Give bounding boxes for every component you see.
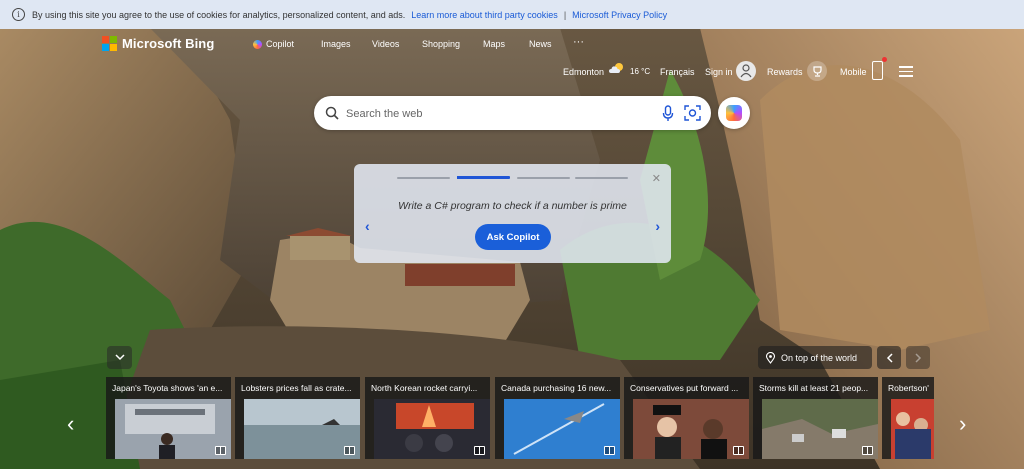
news-title: Lobsters prices fall as crate... — [241, 383, 352, 393]
news-thumbnail — [633, 399, 749, 459]
news-thumbnail — [762, 399, 878, 459]
image-info-button[interactable]: On top of the world — [758, 346, 872, 369]
hamburger-menu-icon[interactable] — [899, 66, 913, 80]
read-icon — [733, 446, 744, 455]
language-link[interactable]: Français — [660, 67, 695, 77]
previous-image-button[interactable] — [877, 346, 901, 369]
ask-copilot-button[interactable]: Ask Copilot — [475, 224, 551, 250]
chevron-right-icon — [914, 352, 921, 363]
visual-search-icon[interactable] — [684, 105, 701, 121]
nav-more[interactable]: ··· — [573, 36, 584, 48]
notification-dot — [882, 57, 887, 62]
phone-icon[interactable] — [872, 57, 887, 80]
news-title: Canada purchasing 16 new... — [501, 383, 612, 393]
prompt-text: Write a C# program to check if a number … — [398, 200, 627, 212]
search-icon — [325, 106, 339, 120]
copilot-icon — [726, 105, 742, 121]
search-input[interactable] — [344, 103, 648, 125]
news-thumbnail — [891, 399, 934, 459]
news-title: Robertson' — [888, 383, 929, 393]
copilot-button[interactable] — [718, 97, 750, 129]
news-card[interactable]: Storms kill at least 21 peop... — [753, 377, 878, 459]
progress-dash-2-active[interactable] — [457, 176, 510, 179]
location-pin-icon — [766, 351, 775, 364]
sign-in-link[interactable]: Sign in — [705, 67, 733, 77]
news-title: Conservatives put forward ... — [630, 383, 739, 393]
read-icon — [474, 446, 485, 455]
progress-dash-3[interactable] — [517, 177, 570, 179]
chevron-left-icon[interactable]: ‹ — [365, 218, 370, 234]
info-icon: i — [12, 8, 25, 21]
news-title: Japan's Toyota shows 'an e... — [112, 383, 223, 393]
news-card[interactable]: Canada purchasing 16 new... — [495, 377, 620, 459]
nav-news[interactable]: News — [529, 39, 552, 49]
trophy-icon[interactable] — [807, 61, 827, 81]
news-title: North Korean rocket carryi... — [371, 383, 478, 393]
progress-dash-4[interactable] — [575, 177, 628, 179]
read-icon — [862, 446, 873, 455]
read-icon — [604, 446, 615, 455]
next-image-button[interactable] — [906, 346, 930, 369]
copilot-prompt-card: ✕ Write a C# program to check if a numbe… — [354, 164, 671, 263]
user-avatar-icon[interactable] — [736, 61, 756, 81]
news-prev-chevron-icon[interactable]: ‹ — [67, 411, 74, 437]
news-card[interactable]: Lobsters prices fall as crate... — [235, 377, 360, 459]
news-thumbnail — [244, 399, 360, 459]
news-thumbnail — [115, 399, 231, 459]
copilot-icon — [253, 40, 262, 49]
search-box[interactable] — [314, 96, 711, 130]
nav-copilot-label: Copilot — [266, 39, 295, 49]
read-icon — [344, 446, 355, 455]
news-card[interactable]: North Korean rocket carryi... — [365, 377, 490, 459]
cookie-text: By using this site you agree to the use … — [32, 9, 406, 20]
news-thumbnail — [374, 399, 490, 459]
progress-dash-1[interactable] — [397, 177, 450, 179]
news-card[interactable]: Robertson' — [882, 377, 934, 459]
news-title: Storms kill at least 21 peop... — [759, 383, 869, 393]
weather-city[interactable]: Edmonton — [563, 67, 604, 77]
third-party-cookies-link[interactable]: Learn more about third party cookies — [411, 10, 558, 20]
news-card[interactable]: Japan's Toyota shows 'an e... — [106, 377, 231, 459]
nav-maps[interactable]: Maps — [483, 39, 505, 49]
chevron-right-icon[interactable]: › — [655, 218, 660, 234]
cookie-separator: | — [563, 9, 567, 20]
privacy-policy-link[interactable]: Microsoft Privacy Policy — [572, 10, 667, 20]
nav-videos[interactable]: Videos — [372, 39, 399, 49]
cookie-banner: i By using this site you agree to the us… — [0, 0, 1024, 29]
microsoft-logo-icon — [102, 36, 117, 51]
news-card[interactable]: Conservatives put forward ... — [624, 377, 749, 459]
news-next-chevron-icon[interactable]: › — [959, 411, 966, 437]
nav-images[interactable]: Images — [321, 39, 351, 49]
microphone-icon[interactable] — [662, 105, 674, 122]
nav-copilot[interactable]: Copilot — [253, 39, 294, 49]
close-icon[interactable]: ✕ — [652, 172, 661, 185]
read-icon — [215, 446, 226, 455]
image-location-label: On top of the world — [781, 352, 858, 363]
chevron-down-icon — [114, 354, 125, 361]
rewards-link[interactable]: Rewards — [767, 67, 803, 77]
nav-shopping[interactable]: Shopping — [422, 39, 460, 49]
cloud-sun-icon — [609, 63, 623, 73]
mobile-link[interactable]: Mobile — [840, 67, 867, 77]
bing-logo[interactable]: Microsoft Bing — [102, 36, 214, 51]
chevron-left-icon — [886, 352, 893, 363]
brand-name: Microsoft Bing — [122, 36, 215, 51]
collapse-feed-button[interactable] — [107, 346, 132, 369]
news-thumbnail — [504, 399, 620, 459]
weather-temp[interactable]: 16 °C — [630, 67, 650, 76]
